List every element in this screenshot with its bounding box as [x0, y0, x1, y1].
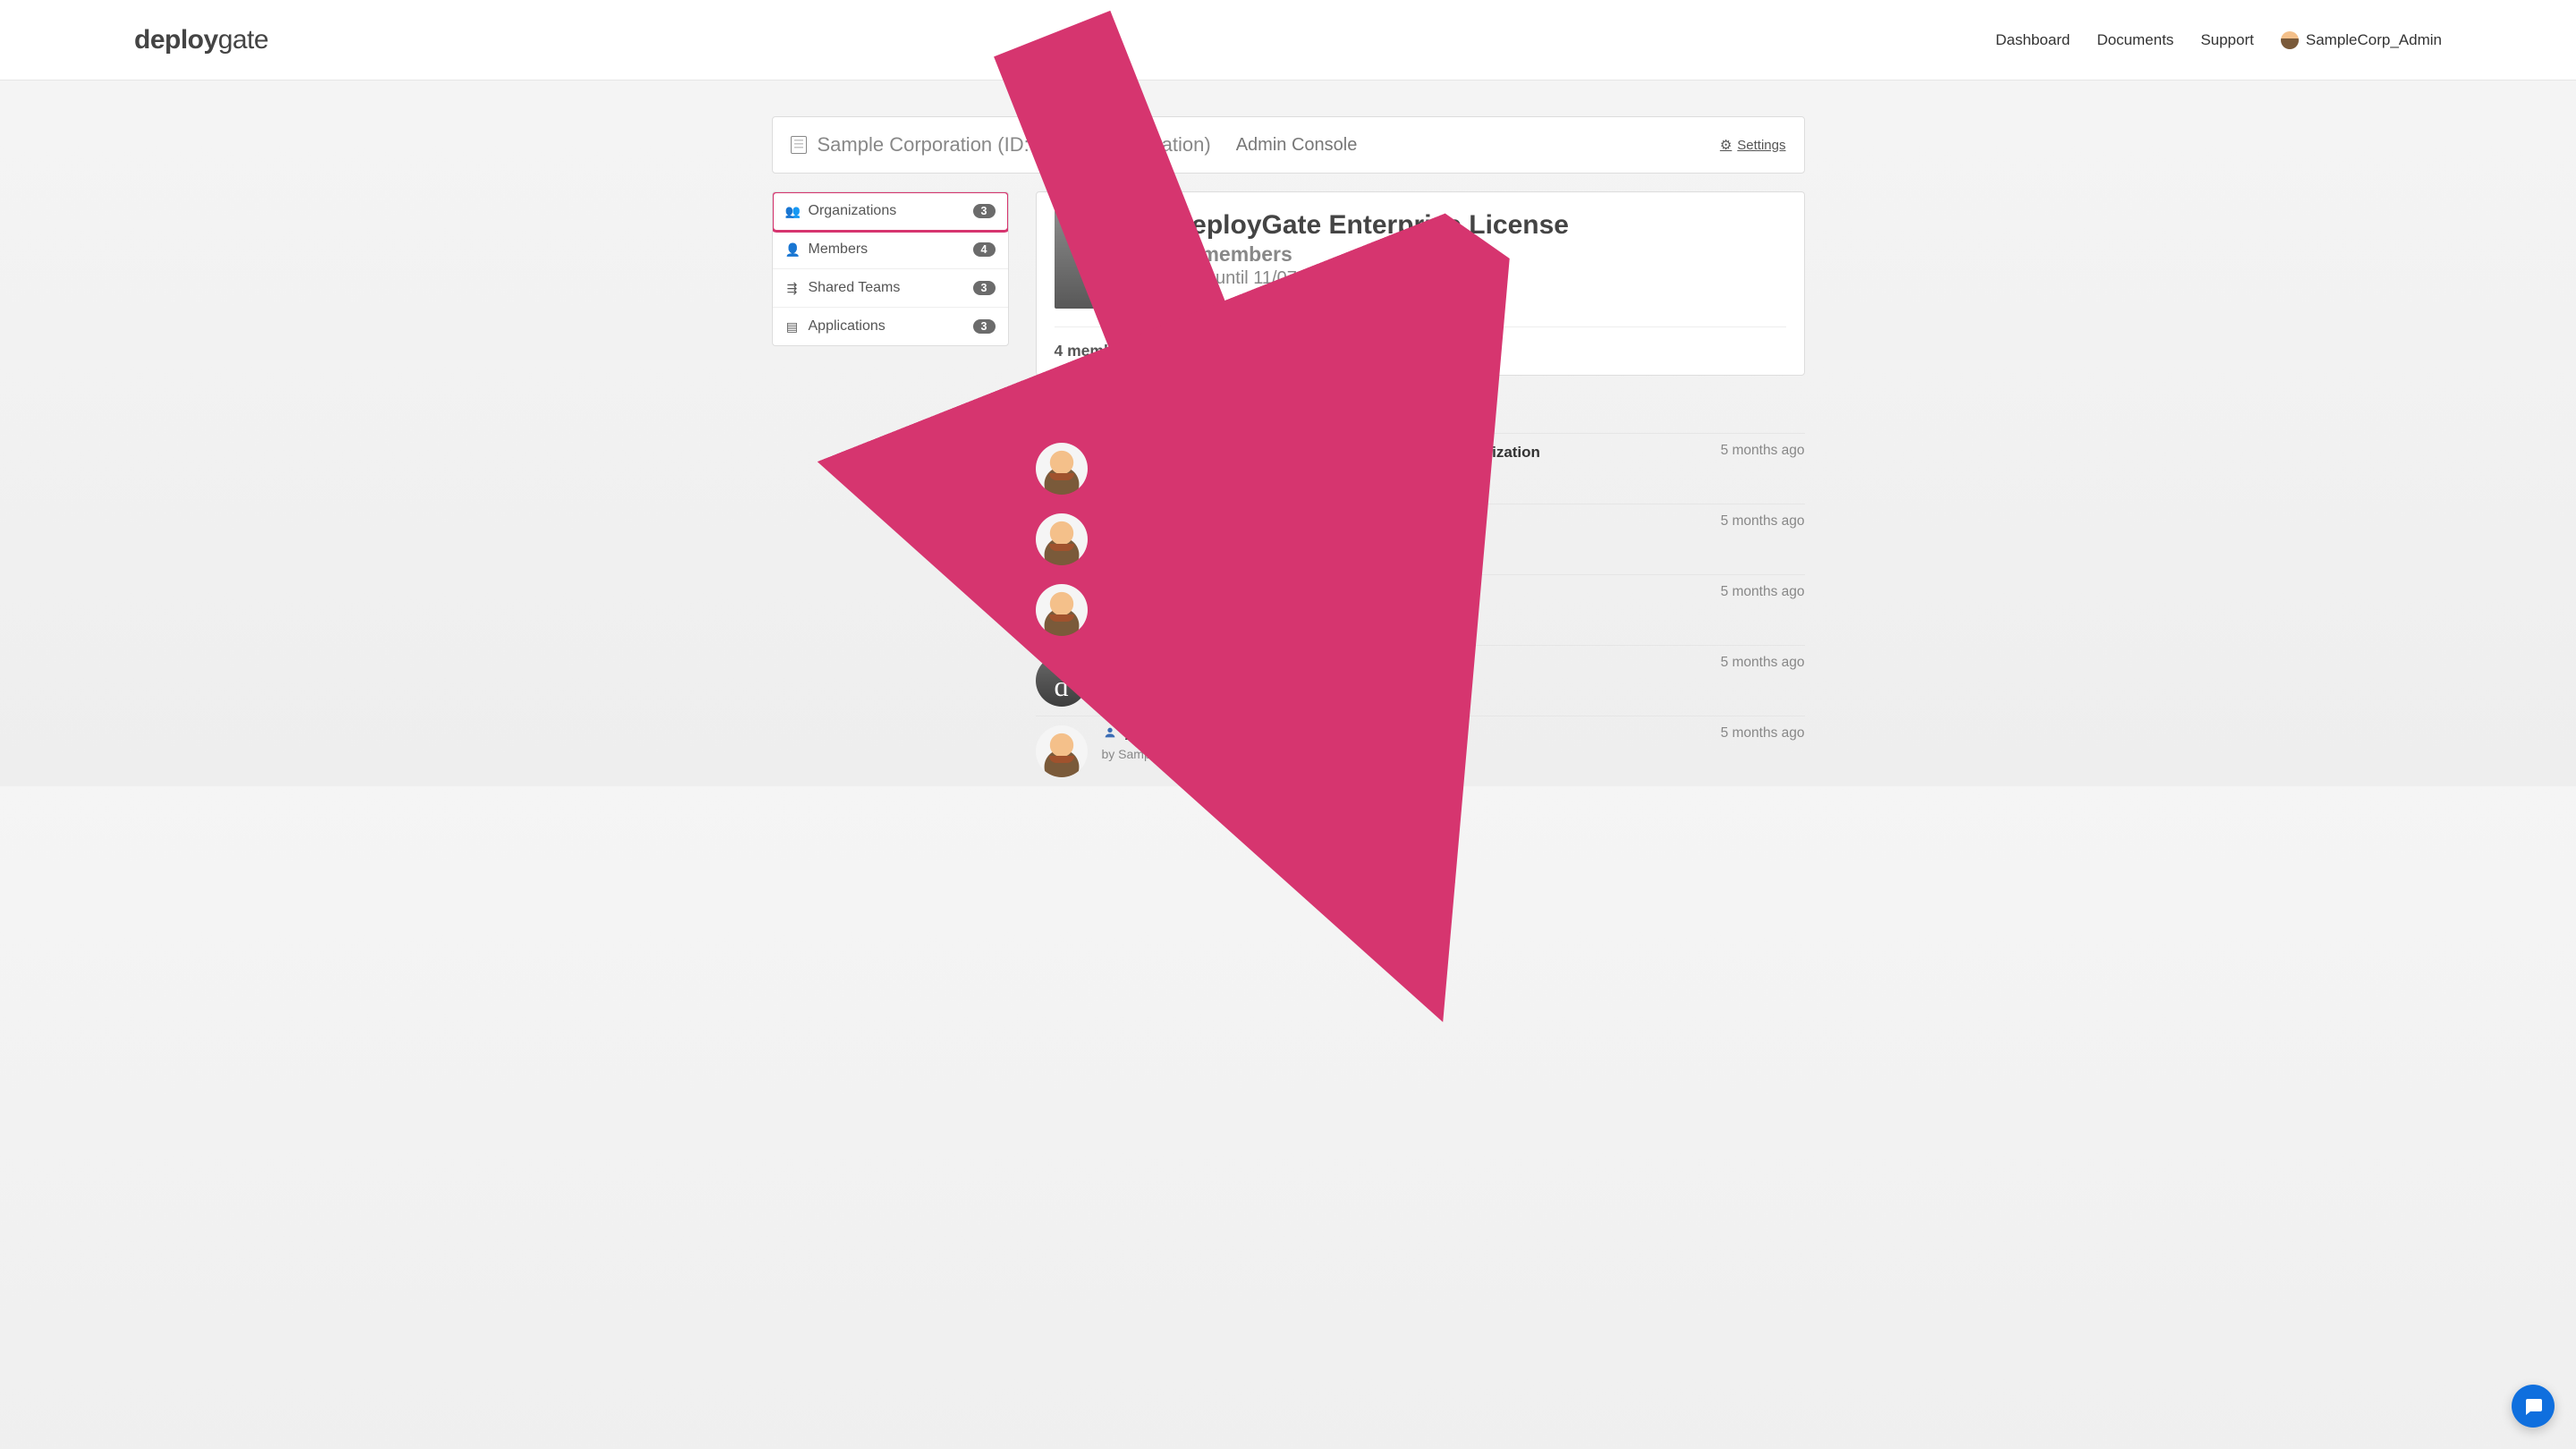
sitemap-icon: ⇶ — [785, 281, 800, 296]
avatar-icon — [2281, 31, 2299, 49]
user-icon — [1102, 725, 1118, 744]
feed-title: Added enomoto02 to sample-org organizati… — [1102, 584, 1457, 603]
logo[interactable]: deploygate — [134, 25, 268, 55]
header-card: Sample Corporation (ID: SampleCorporatio… — [772, 116, 1805, 174]
feed-item: Added SampleCorp_InTester2 to sample-org… — [1036, 433, 1805, 504]
recent-modifications-heading: Recent Modifications — [1036, 401, 1805, 424]
sidebar-item-label: Organizations — [809, 203, 897, 219]
license-members: 20 members — [1173, 242, 1570, 267]
building-icon — [791, 136, 807, 154]
feed-byline: by SampleCorp_Admin — [1102, 464, 1805, 479]
user-icon: 👤 — [785, 242, 800, 258]
feed-title-text: Added enomoto02 to sample-org organizati… — [1125, 585, 1457, 603]
feed-item: Removed member enomoto02 5 months ago by S… — [1036, 504, 1805, 574]
count-badge: 3 — [973, 319, 996, 334]
main-column: d DeployGate Enterprise License 20 membe… — [1036, 191, 1805, 786]
sidebar-item-label: Shared Teams — [809, 280, 901, 296]
nav-support[interactable]: Support — [2200, 31, 2254, 49]
feed-byline: by SampleCorp_Admin — [1102, 535, 1805, 549]
avatar — [1036, 725, 1088, 777]
feed-title-text: Added member enomoto02 — [1125, 726, 1321, 744]
license-valid-until: Valid until 11/07, 2027 — [1173, 268, 1570, 289]
nav-user[interactable]: SampleCorp_Admin — [2281, 31, 2442, 49]
gear-icon: ⚙ — [1720, 137, 1732, 153]
settings-link[interactable]: ⚙ Settings — [1720, 137, 1786, 153]
page: Sample Corporation (ID: SampleCorporatio… — [772, 116, 1805, 786]
feed-title-text: Added SampleCorp_InTester2 to sample-org… — [1125, 444, 1540, 462]
users-icon — [1102, 584, 1118, 603]
sidebar-item-label: Applications — [809, 318, 886, 335]
sidebar-item-organizations[interactable]: 👥 Organizations 3 — [773, 192, 1008, 231]
feed-title: Removed member enomoto02 — [1102, 513, 1343, 532]
count-badge: 4 — [973, 242, 996, 257]
logo-part-1: deploy — [134, 25, 218, 55]
feed-timestamp: 5 months ago — [1721, 725, 1805, 741]
nav-documents[interactable]: Documents — [2097, 31, 2174, 49]
feed-title: Added enomoto02 to All Staff Team — [1102, 655, 1380, 674]
members-available: / 16 available — [1178, 342, 1275, 360]
license-title: DeployGate Enterprise License — [1173, 210, 1570, 241]
header-left: Sample Corporation (ID: SampleCorporatio… — [791, 133, 1358, 157]
count-badge: 3 — [973, 281, 996, 295]
sidebar-item-applications[interactable]: ▤ Applications 3 — [773, 308, 1008, 345]
chat-icon — [2522, 1395, 2544, 1417]
members-used: 4 members used — [1055, 342, 1178, 360]
sidebar: 👥 Organizations 3 👤 Members 4 ⇶ Shared T… — [772, 191, 1009, 346]
feed-timestamp: 5 months ago — [1721, 584, 1805, 600]
two-column-layout: 👥 Organizations 3 👤 Members 4 ⇶ Shared T… — [772, 191, 1805, 786]
feed-timestamp: 5 months ago — [1721, 443, 1805, 459]
feed-timestamp: 5 months ago — [1721, 513, 1805, 530]
avatar-logo: d — [1036, 655, 1088, 707]
nav-dashboard[interactable]: Dashboard — [1996, 31, 2070, 49]
breadcrumb-admin-console: Admin Console — [1236, 135, 1358, 156]
feed-title-text: Removed member enomoto02 — [1125, 514, 1343, 532]
avatar — [1036, 584, 1088, 636]
breadcrumb-org[interactable]: Sample Corporation (ID: SampleCorporatio… — [791, 133, 1211, 157]
sidebar-item-shared-teams[interactable]: ⇶ Shared Teams 3 — [773, 269, 1008, 308]
feed: Added SampleCorp_InTester2 to sample-org… — [1036, 433, 1805, 786]
logo-part-2: gate — [218, 25, 268, 55]
feed-timestamp: 5 months ago — [1721, 655, 1805, 671]
users-icon: 👥 — [785, 204, 800, 219]
username: SampleCorp_Admin — [2306, 31, 2442, 49]
avatar — [1036, 443, 1088, 495]
nav: Dashboard Documents Support SampleCorp_A… — [1996, 31, 2442, 49]
sidebar-item-members[interactable]: 👤 Members 4 — [773, 231, 1008, 269]
count-badge: 3 — [973, 204, 996, 218]
feed-title: Added member enomoto02 — [1102, 725, 1321, 744]
org-name: Sample Corporation (ID: SampleCorporatio… — [818, 133, 1211, 157]
sitemap-icon — [1102, 655, 1118, 674]
topbar: deploygate Dashboard Documents Support S… — [0, 0, 2576, 80]
grid-icon: ▤ — [785, 319, 800, 335]
feed-byline: by SampleCorp_Admin — [1102, 747, 1805, 761]
license-usage: 4 members used / 16 available — [1055, 326, 1786, 375]
feed-title-text: Added enomoto02 to All Staff Team — [1125, 656, 1380, 674]
chat-widget-button[interactable] — [2512, 1385, 2555, 1428]
sidebar-item-label: Members — [809, 242, 869, 258]
license-info: DeployGate Enterprise License 20 members… — [1173, 210, 1570, 309]
feed-item: Added member enomoto02 5 months ago by Sam… — [1036, 716, 1805, 786]
user-icon — [1102, 513, 1118, 532]
license-card: d DeployGate Enterprise License 20 membe… — [1036, 191, 1805, 376]
users-icon — [1102, 443, 1118, 462]
feed-title: Added SampleCorp_InTester2 to sample-org… — [1102, 443, 1540, 462]
feed-item: Added enomoto02 to sample-org organizati… — [1036, 574, 1805, 645]
license-top: d DeployGate Enterprise License 20 membe… — [1055, 210, 1786, 326]
feed-item: d Added enomoto02 to All Staff Team 5 mont… — [1036, 645, 1805, 716]
avatar — [1036, 513, 1088, 565]
license-logo: d — [1055, 210, 1153, 309]
feed-byline: by SampleCorp_Admin — [1102, 606, 1805, 620]
settings-label: Settings — [1737, 138, 1785, 153]
